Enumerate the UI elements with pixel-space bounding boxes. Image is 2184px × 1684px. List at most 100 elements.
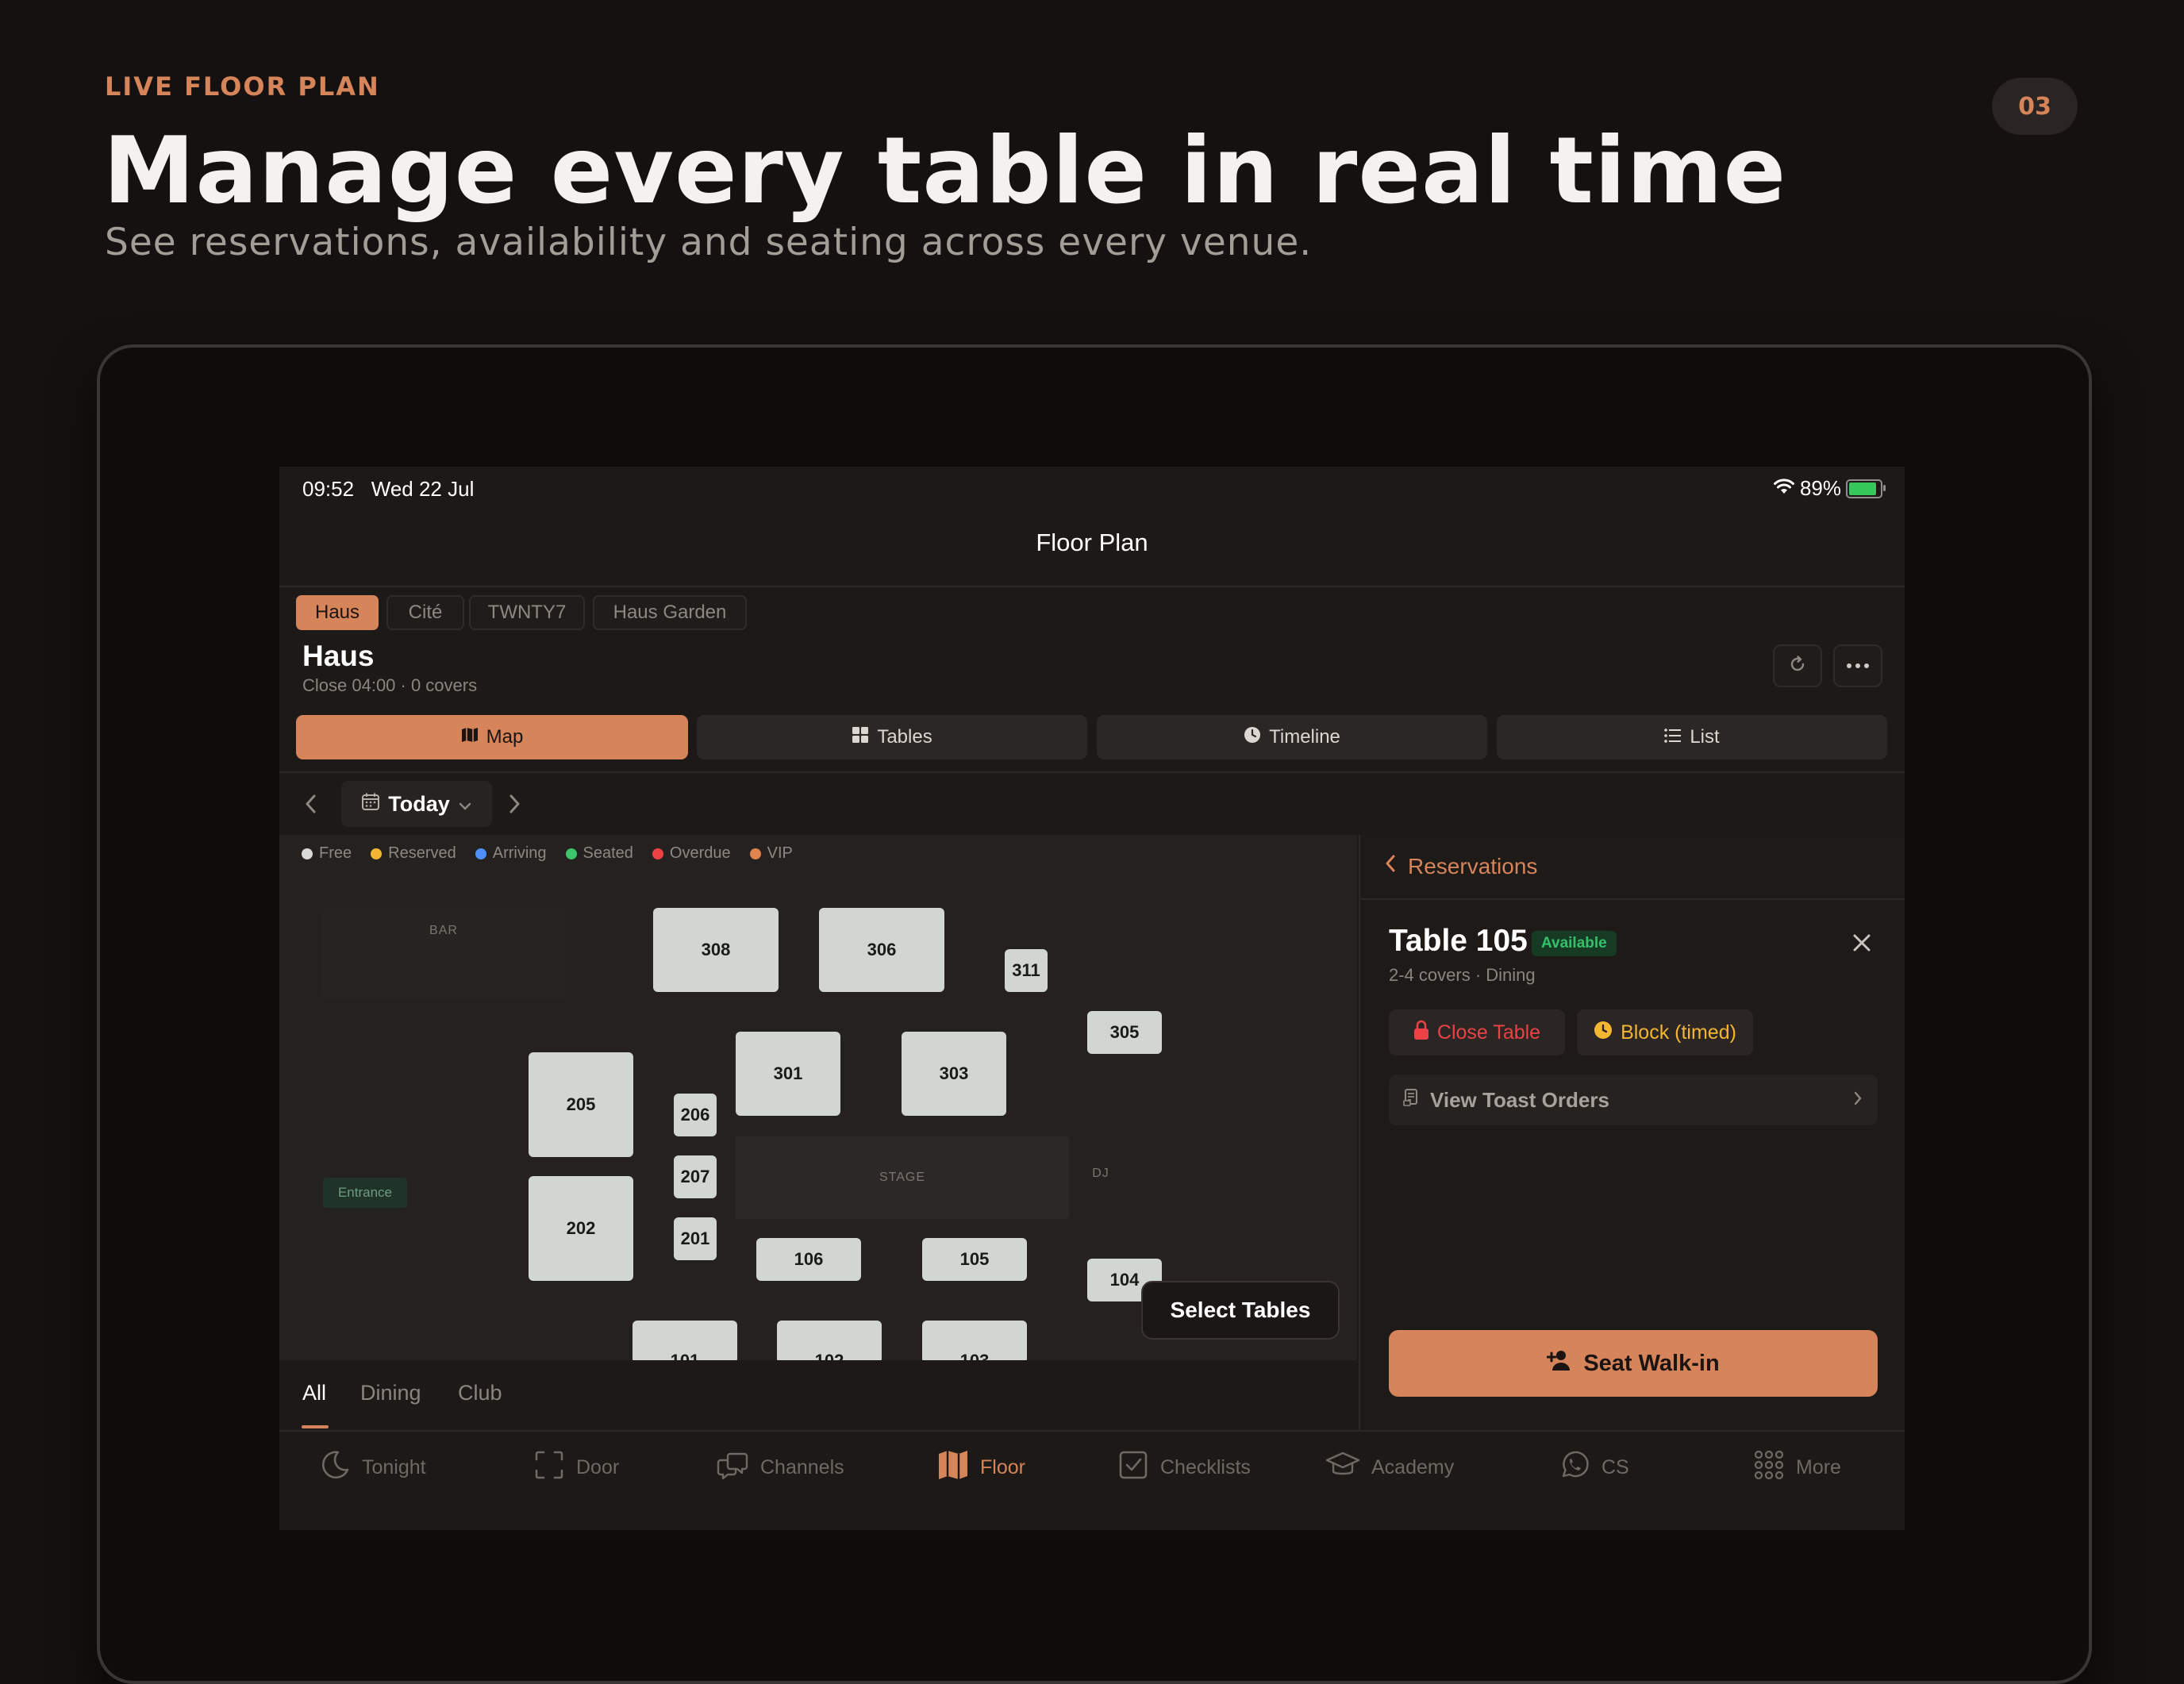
zone-entrance: Entrance [323, 1178, 407, 1208]
filter-active-underline [302, 1425, 329, 1428]
legend-reserved: Reserved [371, 844, 456, 863]
close-table-button[interactable]: Close Table [1389, 1009, 1565, 1055]
selected-table-subtitle: 2-4 covers · Dining [1389, 965, 1536, 985]
table-308[interactable]: 308 [653, 908, 779, 992]
table-303[interactable]: 303 [902, 1032, 1006, 1116]
nav-more-label: More [1796, 1455, 1841, 1478]
refresh-button[interactable] [1773, 644, 1822, 687]
close-panel-button[interactable] [1848, 930, 1876, 959]
nav-door[interactable]: Door [533, 1448, 619, 1487]
legend-vip: VIP [749, 844, 793, 863]
tab-list-label: List [1690, 726, 1720, 748]
scan-icon [533, 1449, 565, 1486]
chevron-down-icon [458, 792, 472, 817]
page-number-badge: 03 [1992, 78, 2078, 135]
table-311[interactable]: 311 [1005, 949, 1048, 992]
view-toast-orders-row[interactable]: View Toast Orders [1389, 1075, 1878, 1125]
select-tables-button[interactable]: Select Tables [1141, 1281, 1340, 1340]
table-207[interactable]: 207 [674, 1155, 717, 1198]
refresh-icon [1787, 654, 1808, 679]
clock-icon [1244, 726, 1261, 749]
close-icon [1851, 932, 1873, 958]
tab-list[interactable]: List [1497, 715, 1887, 759]
nav-checklists[interactable]: Checklists [1117, 1448, 1251, 1487]
chevron-right-icon [1852, 1088, 1863, 1113]
seated-dot-icon [565, 848, 577, 859]
close-table-label: Close Table [1436, 1021, 1541, 1044]
legend-arriving: Arriving [475, 844, 547, 863]
tab-timeline[interactable]: Timeline [1097, 715, 1487, 759]
wifi-icon [1773, 476, 1795, 501]
table-102[interactable]: 102 [777, 1321, 882, 1371]
block-timed-button[interactable]: Block (timed) [1577, 1009, 1753, 1055]
table-206[interactable]: 206 [674, 1094, 717, 1136]
more-options-button[interactable] [1833, 644, 1882, 687]
status-indicators: 89% [1773, 476, 1886, 501]
table-306[interactable]: 306 [819, 908, 944, 992]
prev-day-button[interactable] [302, 792, 321, 820]
seat-walk-in-button[interactable]: Seat Walk-in [1389, 1330, 1878, 1397]
nav-academy[interactable]: Academy [1325, 1448, 1454, 1487]
legend-label: Reserved [388, 844, 456, 862]
nav-channels-label: Channels [760, 1455, 844, 1478]
filter-tab-club[interactable]: Club [458, 1381, 502, 1405]
legend-label: Free [319, 844, 352, 862]
nav-title: Floor Plan [1036, 529, 1148, 556]
free-dot-icon [302, 848, 313, 859]
tab-tables[interactable]: Tables [697, 715, 1087, 759]
zone-stage: STAGE [736, 1136, 1069, 1219]
reserved-dot-icon [371, 848, 383, 859]
table-106[interactable]: 106 [756, 1238, 861, 1281]
zone-dj: DJ [1092, 1167, 1109, 1180]
table-105[interactable]: 105 [922, 1238, 1027, 1281]
zone-bar: BAR [322, 908, 565, 1000]
venue-tab-twnty7[interactable]: TWNTY7 [469, 595, 585, 630]
headline: Manage every table in real time [103, 117, 1787, 225]
filter-tab-dining[interactable]: Dining [360, 1381, 421, 1405]
venue-tab-haus[interactable]: Haus [296, 595, 379, 630]
block-timed-label: Block (timed) [1621, 1021, 1736, 1044]
nav-channels[interactable]: Channels [716, 1448, 844, 1487]
graduation-cap-icon [1325, 1449, 1360, 1486]
table-103[interactable]: 103 [922, 1321, 1027, 1371]
nav-tonight[interactable]: Tonight [319, 1448, 426, 1487]
nav-floor-label: Floor [980, 1455, 1025, 1478]
nav-more[interactable]: More [1753, 1448, 1841, 1487]
whatsapp-icon [1559, 1449, 1590, 1486]
next-day-button[interactable] [505, 792, 524, 820]
legend-label: Arriving [492, 844, 547, 862]
table-305[interactable]: 305 [1087, 1011, 1162, 1054]
status-time: 09:52 Wed 22 Jul [302, 477, 474, 502]
table-101[interactable]: 101 [633, 1321, 737, 1371]
status-legend: Free Reserved Arriving Seated Overdue VI… [302, 844, 793, 863]
table-205[interactable]: 205 [529, 1052, 633, 1157]
status-date: Wed 22 Jul [371, 477, 475, 501]
table-201[interactable]: 201 [674, 1217, 717, 1260]
list-icon [1664, 726, 1682, 748]
nav-cs-label: CS [1601, 1455, 1629, 1478]
venue-tab-cite[interactable]: Cité [386, 595, 464, 630]
reservations-back-button[interactable]: Reservations [1384, 853, 1537, 879]
chevron-left-icon [1384, 853, 1397, 879]
map-icon [461, 726, 479, 748]
legend-label: Seated [583, 844, 633, 862]
app-screen: 09:52 Wed 22 Jul 89% Floor Plan Haus Cit… [279, 467, 1905, 1530]
table-301[interactable]: 301 [736, 1032, 840, 1116]
moon-icon [319, 1449, 351, 1486]
nav-divider [279, 586, 1905, 587]
nav-cs[interactable]: CS [1559, 1448, 1629, 1487]
tab-timeline-label: Timeline [1269, 726, 1340, 748]
venue-tab-haus-garden[interactable]: Haus Garden [593, 595, 747, 630]
nav-floor[interactable]: Floor [937, 1448, 1025, 1487]
venue-name: Haus [302, 640, 375, 672]
table-202[interactable]: 202 [529, 1176, 633, 1281]
view-toast-orders-label: View Toast Orders [1430, 1087, 1609, 1112]
zone-bar-label: BAR [429, 924, 458, 937]
checkbox-icon [1117, 1449, 1149, 1486]
tab-tables-label: Tables [877, 726, 932, 748]
legend-free: Free [302, 844, 352, 863]
map-icon [937, 1449, 969, 1486]
date-picker[interactable]: Today [341, 781, 492, 827]
filter-tab-all[interactable]: All [302, 1381, 326, 1405]
tab-map[interactable]: Map [296, 715, 688, 759]
